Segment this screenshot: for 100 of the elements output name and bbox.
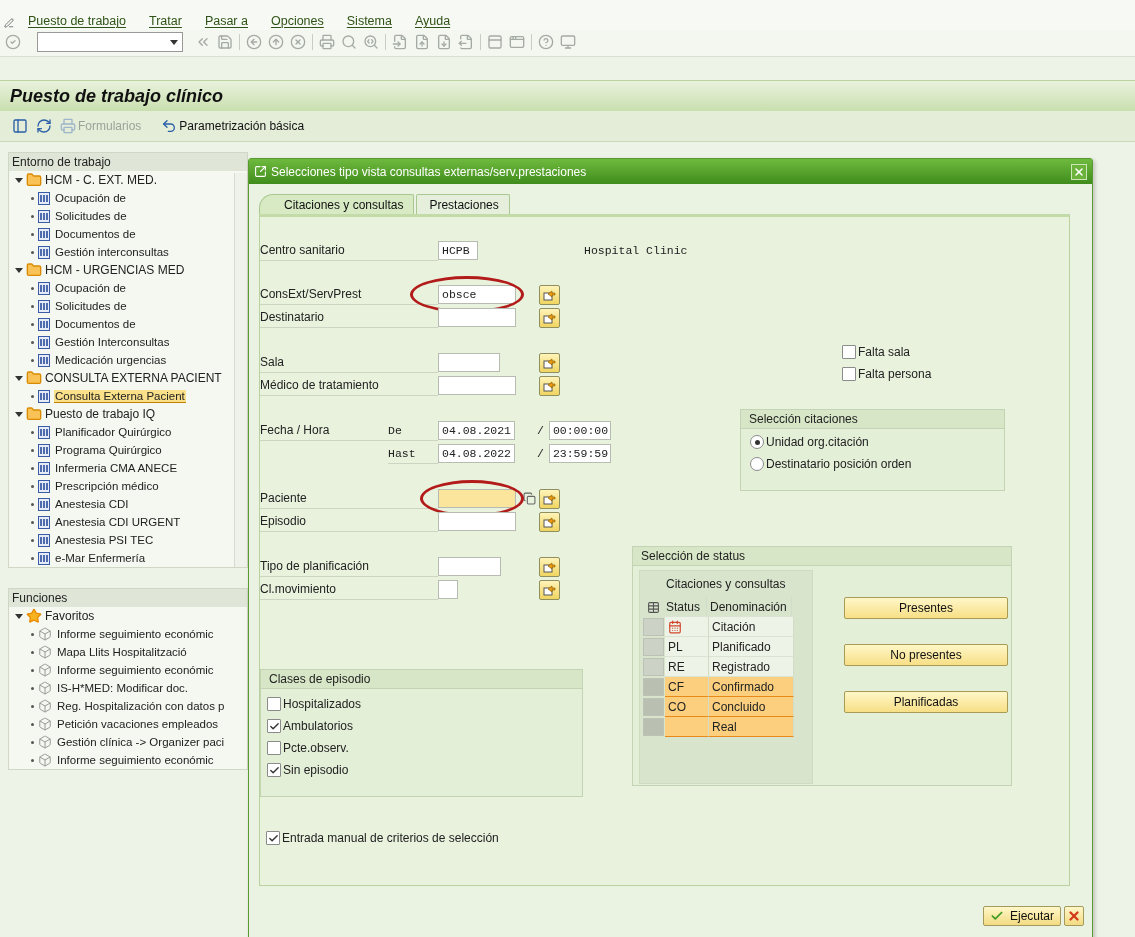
checkbox[interactable] [267,763,281,777]
checkbox[interactable] [267,741,281,755]
input-field[interactable] [438,308,516,327]
row-selector[interactable] [643,658,664,676]
window-icon[interactable] [487,34,503,50]
tree-folder[interactable]: CONSULTA EXTERNA PACIENT [9,369,222,387]
tree-item[interactable]: Ocupación de [54,192,127,204]
select-button[interactable] [539,556,560,577]
table-cell: Registrado [709,657,794,677]
input-field[interactable] [438,489,516,508]
cancel-icon[interactable] [290,34,306,50]
command-field[interactable] [37,32,183,52]
menu-item[interactable]: Pasar a [204,14,248,28]
tree-folder[interactable]: Favoritos [9,607,95,625]
select-button[interactable] [539,352,560,373]
tree-item[interactable]: Prescripción médico [54,480,160,492]
menu-item[interactable]: Puesto de trabajo [28,14,126,28]
input-field[interactable]: obsce [438,285,516,304]
tab[interactable]: Citaciones y consultas [259,194,415,214]
tree-item[interactable]: Anestesia PSI TEC [54,534,155,546]
select-button[interactable] [539,284,560,305]
input-field[interactable] [438,557,501,576]
close-button[interactable] [1071,163,1087,180]
tree-item[interactable]: Reg. Hospitalización con datos p [56,700,226,712]
input-field[interactable] [438,353,500,372]
checkbox[interactable] [842,345,856,359]
tree-item[interactable]: IS-H*MED: Modificar doc. [56,682,189,694]
tree-item[interactable]: Solicitudes de [54,300,128,312]
layout-icon[interactable] [12,118,28,134]
last-page-icon[interactable] [458,34,474,50]
next-page-icon[interactable] [436,34,452,50]
exit-icon[interactable] [268,34,284,50]
tree-item[interactable]: Ocupación de [54,282,127,294]
tree-folder[interactable]: Puesto de trabajo IQ [9,405,156,423]
row-selector[interactable] [643,638,664,656]
time-field[interactable]: 23:59:59 [548,444,611,463]
checkbox[interactable] [267,697,281,711]
tree-item[interactable]: Mapa Llits Hospitalització [56,646,188,658]
tree-item[interactable]: Anestesia CDI URGENT [54,516,182,528]
select-button[interactable] [539,307,560,328]
tree-item[interactable]: Infermeria CMA ANECE [54,462,179,474]
tree-item[interactable]: Gestión interconsultas [54,246,170,258]
find-icon[interactable] [341,34,357,50]
tree-item[interactable]: Anestesia CDI [54,498,130,510]
filter-button[interactable]: No presentes [844,644,1008,666]
tree-item[interactable]: Informe seguimiento económic [56,754,215,766]
table-settings-icon[interactable] [646,600,660,614]
scrollbar[interactable] [234,173,247,567]
tree-item[interactable]: Informe seguimiento económic [56,628,215,640]
tree-item[interactable]: Petición vacaciones empleados [56,718,220,730]
tree-folder[interactable]: HCM - C. EXT. MED. [9,171,157,189]
date-field[interactable]: 04.08.2021 [438,421,515,440]
time-field[interactable]: 00:00:00 [548,421,611,440]
save-icon[interactable] [217,34,233,50]
filter-button[interactable]: Presentes [844,597,1008,619]
input-field[interactable] [438,580,458,599]
menu-item[interactable]: Sistema [346,14,392,28]
help-icon[interactable] [538,34,554,50]
radio-button[interactable] [750,435,764,449]
checkbox[interactable] [266,831,280,845]
input-field[interactable] [438,512,516,531]
radio-button[interactable] [750,457,764,471]
menu-item[interactable]: Opciones [270,14,324,28]
check-icon[interactable] [5,34,21,50]
previous-page-icon[interactable] [414,34,430,50]
menu-item[interactable]: Tratar [149,14,182,28]
tree-item[interactable]: Solicitudes de [54,210,128,222]
print-icon[interactable] [319,34,335,50]
menu-item[interactable]: Ayuda [414,14,451,28]
cancel-button[interactable] [1064,906,1084,926]
date-field[interactable]: 04.08.2022 [438,444,515,463]
toolbar-button[interactable]: Parametrización básica [161,118,305,134]
tree-item[interactable]: Programa Quirúrgico [54,444,163,456]
tab[interactable]: Prestaciones [416,194,510,214]
monitor-icon[interactable] [560,34,576,50]
filter-button[interactable]: Planificadas [844,691,1008,713]
first-page-icon[interactable] [392,34,408,50]
checkbox[interactable] [267,719,281,733]
window-icon[interactable] [509,34,525,50]
tree-item[interactable]: Documentos de [54,228,137,240]
checkbox[interactable] [842,367,856,381]
tree-folder[interactable]: HCM - URGENCIAS MED [9,261,185,279]
tree-item[interactable]: Documentos de [54,318,137,330]
find-next-icon[interactable] [363,34,379,50]
tree-item[interactable]: e-Mar Enfermería [54,552,147,564]
input-field[interactable] [438,376,516,395]
tree-item[interactable]: Informe seguimiento económic [56,664,215,676]
select-button[interactable] [539,579,560,600]
tree-item[interactable]: Consulta Externa Pacient [54,389,186,403]
execute-button[interactable]: Ejecutar [982,906,1061,926]
tree-item[interactable]: Planificador Quirúrgico [54,426,173,438]
tree-item[interactable]: Medicación urgencias [54,354,168,366]
select-button[interactable] [539,488,560,509]
select-button[interactable] [539,511,560,532]
back-icon[interactable] [246,34,262,50]
select-button[interactable] [539,375,560,396]
tree-item[interactable]: Gestión clínica -> Organizer paci [56,736,226,748]
input-field[interactable]: HCPB [438,241,478,260]
tree-item[interactable]: Gestión Interconsultas [54,336,171,348]
refresh-icon[interactable] [36,118,52,134]
